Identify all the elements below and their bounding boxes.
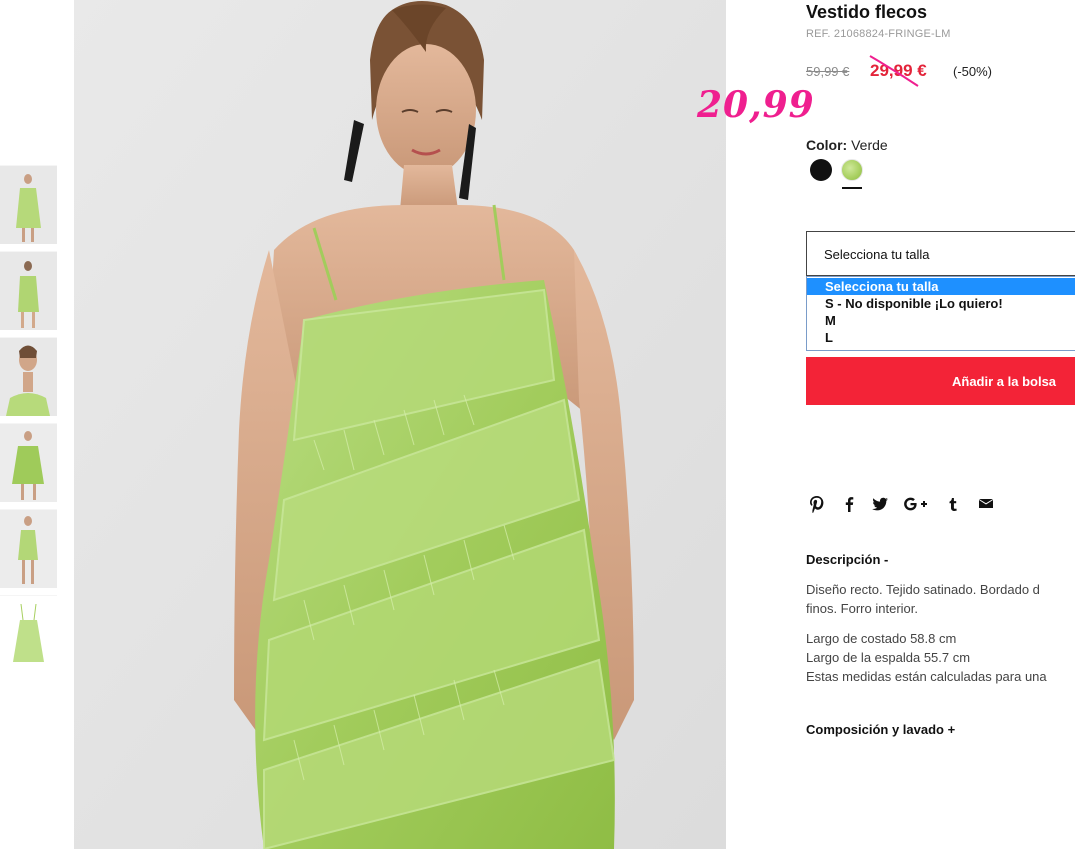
- description-toggle[interactable]: Descripción -: [806, 552, 888, 567]
- pinterest-icon[interactable]: [806, 493, 828, 515]
- email-icon[interactable]: [975, 493, 997, 515]
- discount-percentage: (-50%): [953, 64, 993, 79]
- size-option-l[interactable]: L: [807, 329, 1075, 346]
- size-option-s[interactable]: S - No disponible ¡Lo quiero!: [807, 295, 1075, 312]
- composition-toggle[interactable]: Composición y lavado +: [806, 722, 955, 737]
- description-line-3: Largo de costado 58.8 cm: [806, 631, 957, 646]
- size-option-m[interactable]: M: [807, 312, 1075, 329]
- size-option-placeholder[interactable]: Selecciona tu talla: [807, 278, 1075, 295]
- thumbnail-5[interactable]: [0, 509, 57, 588]
- thumbnail-3[interactable]: [0, 337, 57, 416]
- size-select[interactable]: Selecciona tu talla: [806, 231, 1075, 276]
- thumbnail-4[interactable]: [0, 423, 57, 502]
- sale-price: 29,99 €: [870, 61, 927, 80]
- size-select-value: Selecciona tu talla: [824, 247, 930, 262]
- product-title: Vestido flecos: [806, 2, 928, 22]
- color-label: Color: Verde: [806, 137, 888, 153]
- color-swatch-green[interactable]: [841, 159, 863, 181]
- thumbnail-1[interactable]: [0, 165, 57, 244]
- add-to-bag-button[interactable]: Añadir a la bolsa: [806, 357, 1075, 405]
- facebook-icon[interactable]: [838, 493, 860, 515]
- color-swatch-black[interactable]: [810, 159, 832, 181]
- description-line-5: Estas medidas están calculadas para una: [806, 669, 1047, 684]
- google-plus-icon[interactable]: [902, 493, 930, 515]
- selected-swatch-underline: [842, 187, 862, 189]
- size-dropdown-list[interactable]: Selecciona tu talla S - No disponible ¡L…: [806, 276, 1075, 351]
- color-value: Verde: [851, 137, 888, 153]
- product-reference: REF. 21068824-FRINGE-LM: [806, 28, 951, 40]
- handwritten-price-annotation: 20,99: [697, 84, 815, 126]
- tumblr-icon[interactable]: [942, 493, 964, 515]
- color-label-title: Color:: [806, 137, 848, 153]
- description-line-1: Diseño recto. Tejido satinado. Bordado d: [806, 582, 1040, 597]
- product-main-image[interactable]: [74, 0, 726, 849]
- twitter-icon[interactable]: [869, 493, 891, 515]
- description-line-2: finos. Forro interior.: [806, 601, 918, 616]
- thumbnail-2[interactable]: [0, 251, 57, 330]
- thumbnail-6[interactable]: [0, 595, 57, 674]
- original-price: 59,99 €: [806, 64, 850, 79]
- description-line-4: Largo de la espalda 55.7 cm: [806, 650, 971, 665]
